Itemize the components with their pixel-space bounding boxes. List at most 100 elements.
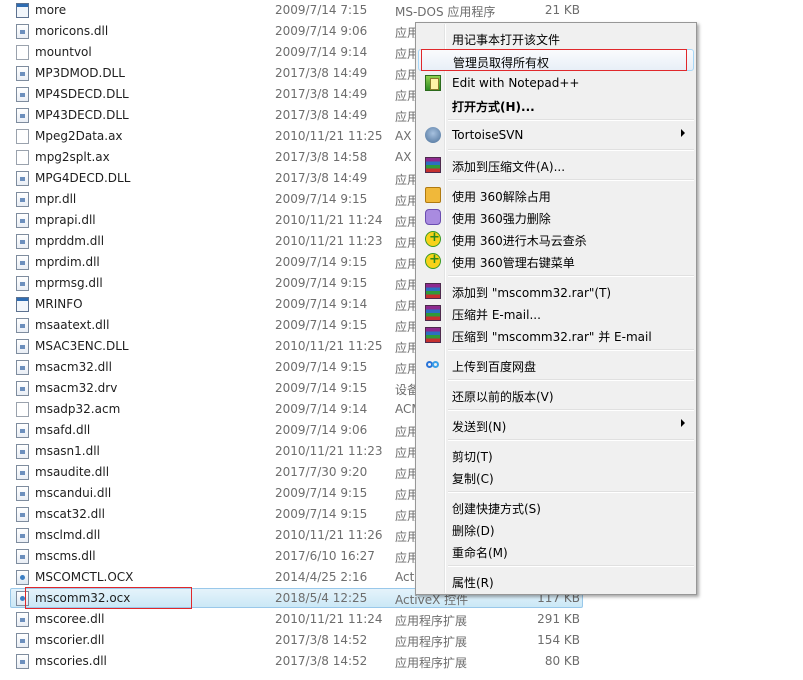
dll-file-icon (16, 87, 29, 102)
file-date: 2009/7/14 9:15 (275, 360, 368, 374)
file-date: 2017/3/8 14:58 (275, 150, 368, 164)
menu-item-19[interactable]: 创建快捷方式(S) (418, 496, 694, 518)
menu-item-label: 创建快捷方式(S) (452, 502, 541, 516)
dll-file-icon (16, 192, 29, 207)
file-date: 2010/11/21 11:24 (275, 612, 383, 626)
file-date: 2017/3/8 14:52 (275, 633, 368, 647)
menu-item-label: Edit with Notepad++ (452, 76, 580, 90)
menu-item-label: 添加到压缩文件(A)... (452, 160, 566, 174)
menu-item-label: 使用 360强力删除 (452, 212, 551, 226)
file-row[interactable]: more 2009/7/14 7:15 MS-DOS 应用程序 21 KB (0, 0, 600, 21)
file-name: MP4SDECD.DLL (35, 87, 129, 101)
menu-item-17[interactable]: 剪切(T) (418, 444, 694, 466)
file-date: 2009/7/14 9:14 (275, 297, 368, 311)
dll-file-icon (16, 486, 29, 501)
file-name: mscat32.dll (35, 507, 105, 521)
winrar-icon (425, 157, 441, 173)
dll-file-icon (16, 339, 29, 354)
menu-item-label: 压缩并 E-mail... (452, 308, 541, 322)
doc-file-icon (16, 129, 29, 144)
menu-item-label: 还原以前的版本(V) (452, 390, 554, 404)
file-name: mscorier.dll (35, 633, 105, 647)
file-name: msacm32.dll (35, 360, 112, 374)
menu-item-10[interactable]: 使用 360管理右键菜单 (418, 250, 694, 272)
file-size: 154 KB (537, 633, 580, 647)
file-name: mscms.dll (35, 549, 96, 563)
menu-item-label: TortoiseSVN (452, 128, 524, 142)
tortoisesvn-icon (425, 127, 441, 143)
360-scan-icon (425, 230, 441, 247)
menu-item-22[interactable]: 属性(R) (418, 570, 694, 592)
menu-item-16[interactable]: 发送到(N) (418, 414, 694, 436)
file-date: 2010/11/21 11:26 (275, 528, 383, 542)
file-name: mprmsg.dll (35, 276, 103, 290)
menu-item-6[interactable]: 添加到压缩文件(A)... (418, 154, 694, 176)
menu-separator (448, 119, 694, 121)
dll-file-icon (16, 234, 29, 249)
menu-item-15[interactable]: 还原以前的版本(V) (418, 384, 694, 406)
menu-item-1[interactable]: 用记事本打开该文件 (418, 27, 694, 49)
menu-item-label: 上传到百度网盘 (452, 360, 537, 374)
menu-item-5[interactable]: TortoiseSVN (418, 124, 694, 146)
menu-item-20[interactable]: 删除(D) (418, 518, 694, 540)
menu-item-label: 复制(C) (452, 472, 494, 486)
file-date: 2014/4/25 2:16 (275, 570, 368, 584)
file-row[interactable]: mscoree.dll 2010/11/21 11:24 应用程序扩展 291 KB (0, 609, 600, 630)
menu-item-label: 使用 360解除占用 (452, 190, 551, 204)
dll-file-icon (16, 654, 29, 669)
menu-item-3[interactable]: Edit with Notepad++ (418, 72, 694, 94)
menu-item-11[interactable]: 添加到 "mscomm32.rar"(T) (418, 280, 694, 302)
context-menu: 用记事本打开该文件管理员取得所有权 Edit with Notepad++ 打开方式… (415, 22, 697, 595)
file-row[interactable]: mscorier.dll 2017/3/8 14:52 应用程序扩展 154 KB (0, 630, 600, 651)
doc-file-icon (16, 402, 29, 417)
file-type: MS-DOS 应用程序 (395, 5, 496, 19)
file-date: 2009/7/14 9:15 (275, 276, 368, 290)
menu-item-21[interactable]: 重命名(M) (418, 540, 694, 562)
dll-file-icon (16, 465, 29, 480)
menu-item-label: 打开方式(H)... (452, 100, 535, 114)
menu-item-12[interactable]: 压缩并 E-mail... (418, 302, 694, 324)
menu-item-8[interactable]: 使用 360强力删除 (418, 206, 694, 228)
dll-file-icon (16, 213, 29, 228)
file-name: moricons.dll (35, 24, 109, 38)
file-name: msaudite.dll (35, 465, 110, 479)
file-type: 应用程序扩展 (395, 614, 468, 628)
menu-item-2[interactable]: 管理员取得所有权 (418, 49, 694, 71)
file-name: msadp32.acm (35, 402, 121, 416)
dll-file-icon (16, 108, 29, 123)
file-date: 2017/7/30 9:20 (275, 465, 368, 479)
menu-item-18[interactable]: 复制(C) (418, 466, 694, 488)
baidu-netdisk-icon (425, 357, 441, 373)
menu-item-label: 使用 360管理右键菜单 (452, 256, 575, 270)
dll-file-icon (16, 66, 29, 81)
file-date: 2009/7/14 9:15 (275, 192, 368, 206)
dll-file-icon (16, 318, 29, 333)
file-date: 2010/11/21 11:25 (275, 339, 383, 353)
file-name: msafd.dll (35, 423, 91, 437)
menu-item-4[interactable]: 打开方式(H)... (418, 94, 694, 116)
dll-file-icon (16, 528, 29, 543)
file-row[interactable]: mscories.dll 2017/3/8 14:52 应用程序扩展 80 KB (0, 651, 600, 672)
file-name: MSAC3ENC.DLL (35, 339, 129, 353)
menu-item-9[interactable]: 使用 360进行木马云查杀 (418, 228, 694, 250)
file-name: mountvol (35, 45, 92, 59)
menu-item-13[interactable]: 压缩到 "mscomm32.rar" 并 E-mail (418, 324, 694, 346)
menu-separator (448, 379, 694, 381)
file-date: 2010/11/21 11:23 (275, 444, 383, 458)
file-name: mprddm.dll (35, 234, 105, 248)
ocx-file-icon (16, 570, 29, 585)
menu-item-label: 发送到(N) (452, 420, 507, 434)
menu-item-14[interactable]: 上传到百度网盘 (418, 354, 694, 376)
file-name: mscandui.dll (35, 486, 112, 500)
menu-item-label: 压缩到 "mscomm32.rar" 并 E-mail (452, 330, 652, 344)
360-unlock-icon (425, 187, 441, 203)
file-date: 2009/7/14 9:14 (275, 45, 368, 59)
menu-separator (448, 275, 694, 277)
menu-separator (448, 439, 694, 441)
file-size: 80 KB (544, 654, 580, 668)
file-date: 2017/3/8 14:49 (275, 108, 368, 122)
menu-item-7[interactable]: 使用 360解除占用 (418, 184, 694, 206)
file-date: 2017/3/8 14:52 (275, 654, 368, 668)
menu-separator (448, 565, 694, 567)
menu-item-label: 管理员取得所有权 (453, 56, 550, 70)
